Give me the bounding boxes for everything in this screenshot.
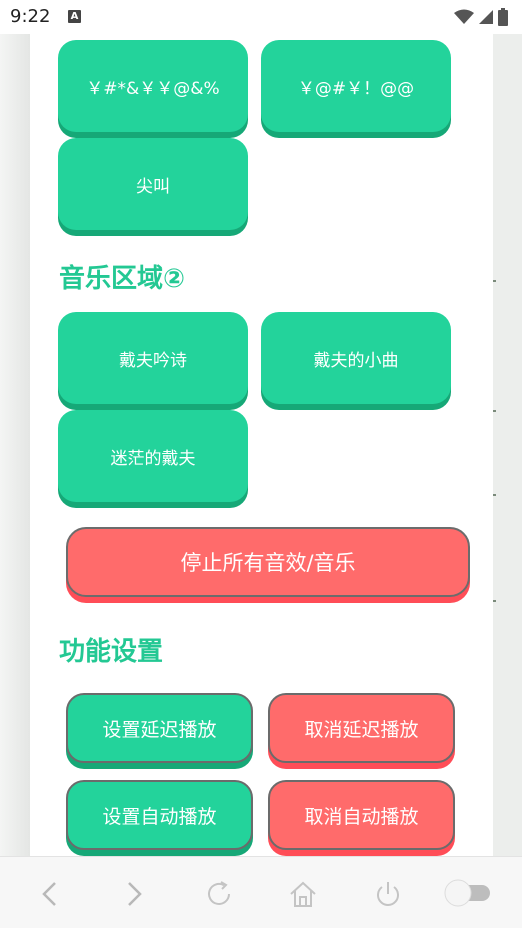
right-edge <box>493 34 522 856</box>
notification-icon: A <box>68 10 81 23</box>
toggle-switch[interactable] <box>442 877 494 909</box>
status-time: 9:22 <box>10 6 51 27</box>
bottom-nav-bar <box>0 856 522 928</box>
edge-mark <box>493 600 496 602</box>
refresh-icon[interactable] <box>204 879 234 909</box>
music-button-poem[interactable]: 戴夫吟诗 <box>58 312 248 404</box>
music-button-confused[interactable]: 迷茫的戴夫 <box>58 410 248 502</box>
back-icon[interactable] <box>36 879 66 909</box>
settings-section-title: 功能设置 <box>59 637 164 667</box>
cancel-auto-button[interactable]: 取消自动播放 <box>268 780 455 850</box>
status-icons <box>454 8 508 26</box>
battery-icon <box>498 8 508 26</box>
scream-button[interactable]: 尖叫 <box>58 138 248 230</box>
sound-button-1[interactable]: ￥#*&￥￥@&% <box>58 40 248 132</box>
sound-button-2[interactable]: ￥@#￥！@@ <box>261 40 451 132</box>
forward-icon[interactable] <box>118 879 148 909</box>
set-auto-button[interactable]: 设置自动播放 <box>66 780 253 850</box>
left-edge <box>0 34 30 856</box>
cancel-delay-button[interactable]: 取消延迟播放 <box>268 693 455 763</box>
set-delay-button[interactable]: 设置延迟播放 <box>66 693 253 763</box>
music-button-tune[interactable]: 戴夫的小曲 <box>261 312 451 404</box>
status-bar: 9:22 A <box>0 0 522 34</box>
edge-mark <box>493 280 496 282</box>
power-icon[interactable] <box>373 879 403 909</box>
music-section-title: 音乐区域② <box>59 264 186 294</box>
content-panel: ￥#*&￥￥@&% ￥@#￥！@@ 尖叫 音乐区域② 戴夫吟诗 戴夫的小曲 迷茫… <box>30 34 493 856</box>
stop-all-button[interactable]: 停止所有音效/音乐 <box>66 527 470 597</box>
home-icon[interactable] <box>288 879 318 909</box>
signal-icon <box>479 10 493 24</box>
wifi-icon <box>454 9 474 24</box>
edge-mark <box>493 410 496 412</box>
edge-mark <box>493 494 496 496</box>
